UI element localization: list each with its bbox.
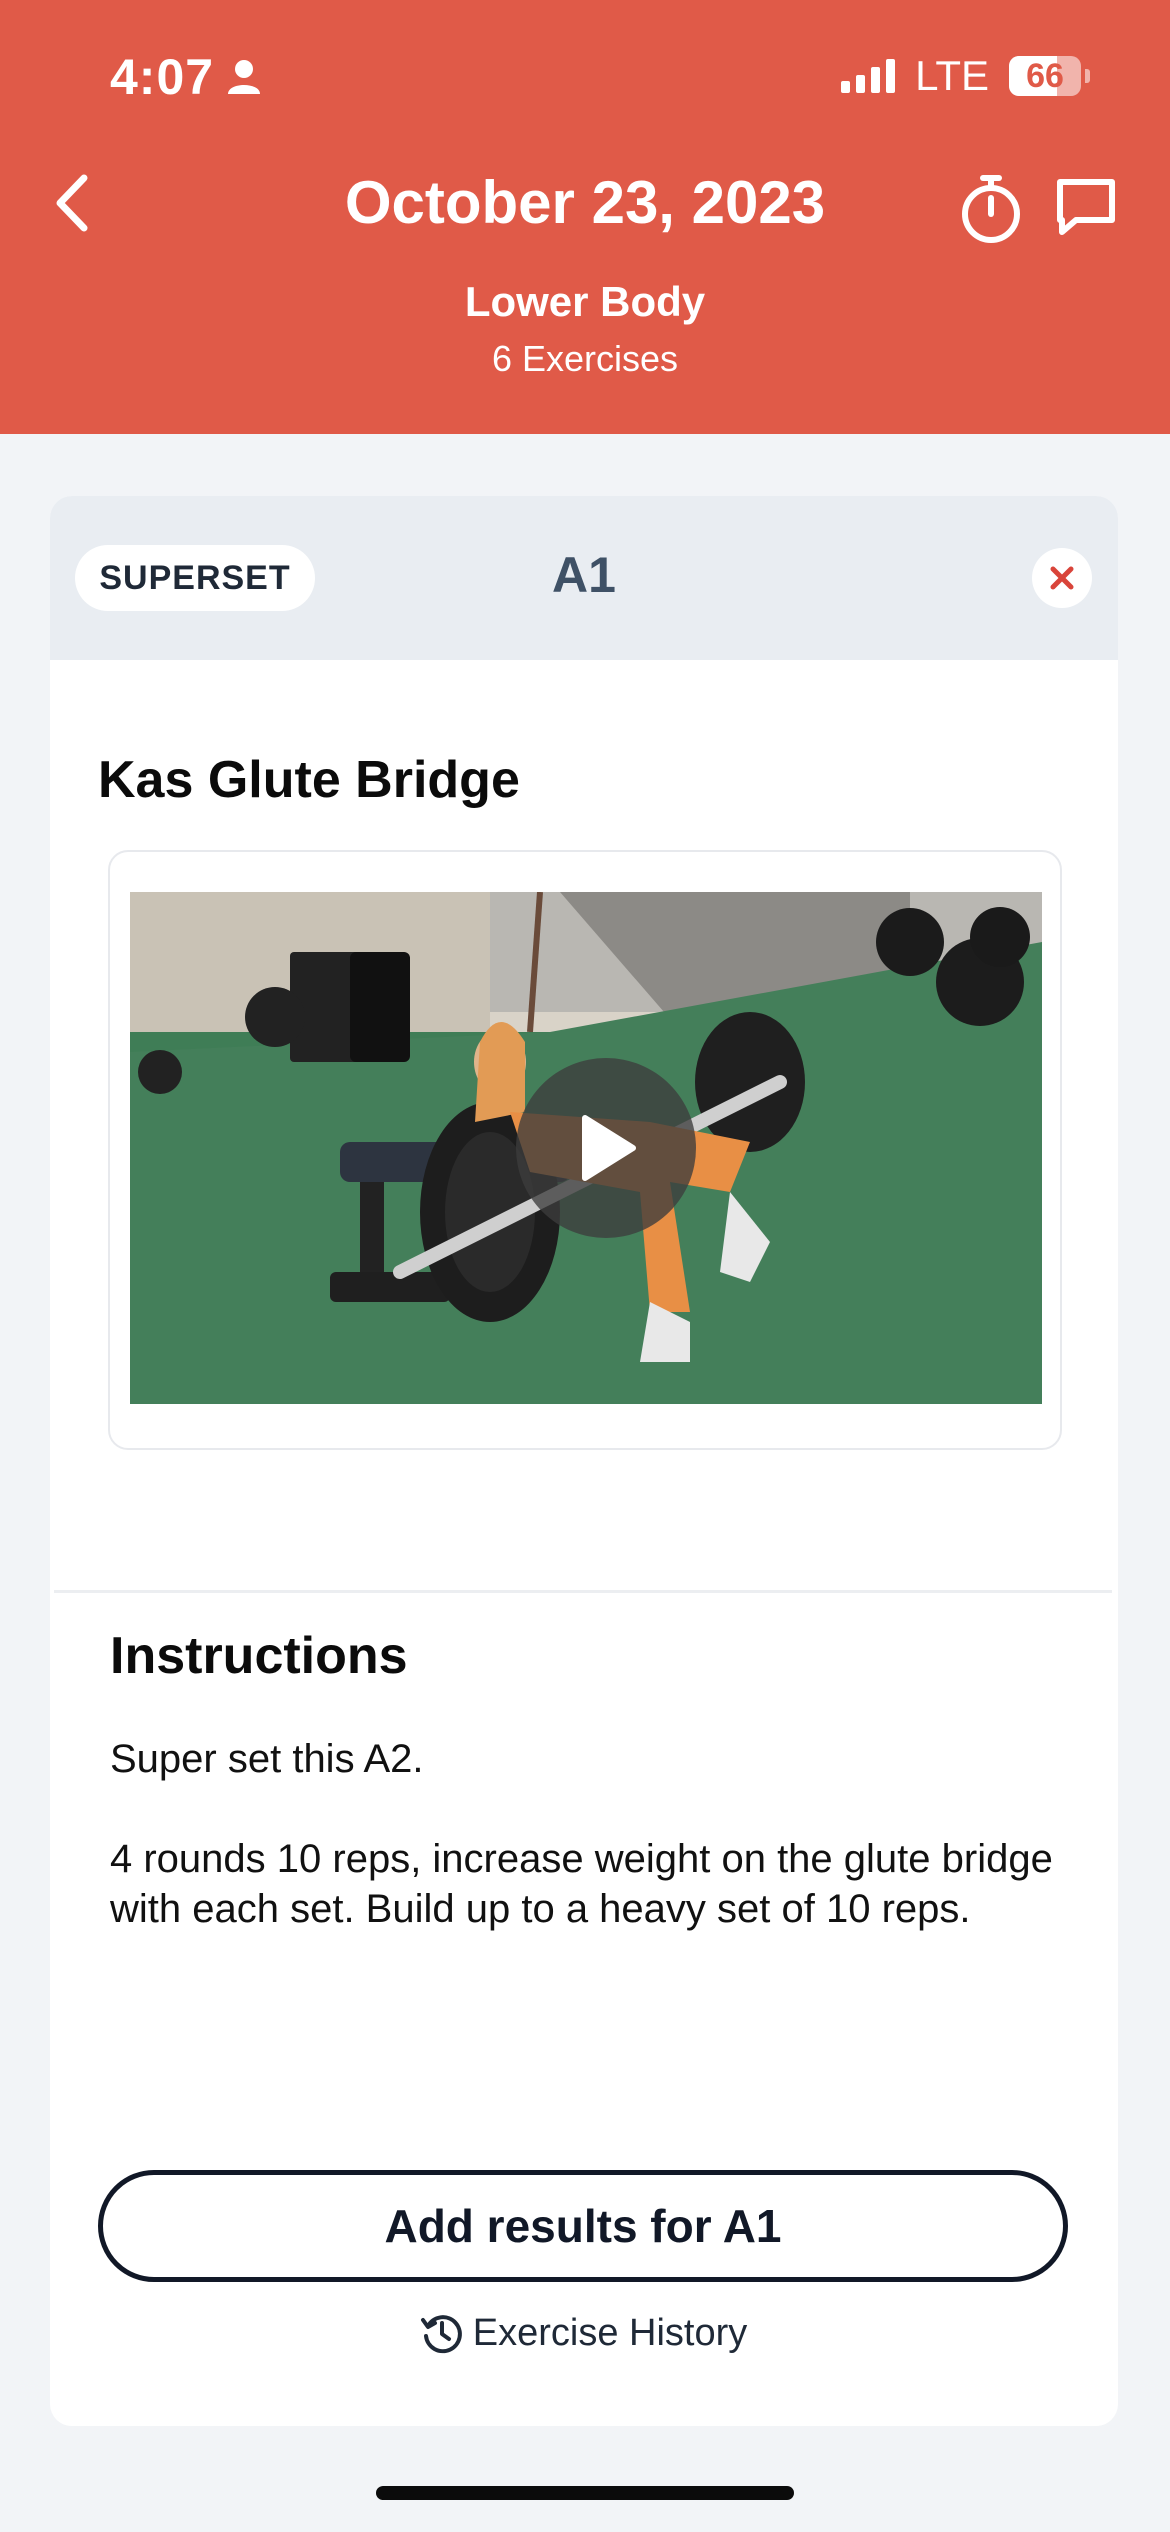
exercise-video[interactable] (130, 892, 1042, 1404)
workout-name: Lower Body (464, 278, 706, 325)
play-button[interactable] (516, 1058, 696, 1238)
exercise-title: Kas Glute Bridge (98, 751, 520, 809)
close-x-icon (1050, 566, 1074, 590)
exercise-count: 6 Exercises (491, 338, 679, 379)
exercise-card: SUPERSET A1 Kas Glute Bridge Instruction… (50, 496, 1118, 2426)
battery-icon: 66 (1009, 56, 1081, 96)
video-container (108, 850, 1062, 1450)
close-button[interactable] (1032, 548, 1092, 608)
exercise-history-link[interactable]: Exercise History (54, 2310, 1112, 2356)
instructions-text: Super set this A2. 4 rounds 10 reps, inc… (110, 1737, 1053, 1931)
battery-level: 66 (1026, 56, 1064, 95)
status-bar-right: LTE 66 (841, 52, 1090, 100)
timer-button[interactable] (958, 172, 1024, 244)
battery-tip (1085, 69, 1090, 83)
status-bar-time: 4:07 (110, 48, 262, 106)
status-time-text: 4:07 (110, 49, 215, 105)
chat-button[interactable] (1054, 176, 1118, 238)
instructions-heading: Instructions (110, 1627, 408, 1685)
workout-header: 4:07 LTE 66 October 23, 2023 Lower Body … (0, 0, 1170, 434)
section-divider (54, 1590, 1112, 1593)
person-icon (228, 60, 261, 94)
card-header: SUPERSET A1 (50, 496, 1118, 660)
chat-bubble-icon (1057, 179, 1115, 235)
card-body: Kas Glute Bridge Instructions Super set … (54, 660, 1112, 2426)
play-icon (582, 1115, 636, 1181)
history-icon (420, 2315, 462, 2354)
exercise-history-label: Exercise History (472, 2311, 748, 2354)
stopwatch-icon (962, 175, 1020, 243)
add-results-button[interactable]: Add results for A1 (98, 2170, 1068, 2282)
signal-icon (841, 59, 896, 93)
network-type: LTE (915, 52, 989, 99)
home-indicator[interactable] (376, 2486, 794, 2500)
block-label: A1 (552, 547, 616, 603)
